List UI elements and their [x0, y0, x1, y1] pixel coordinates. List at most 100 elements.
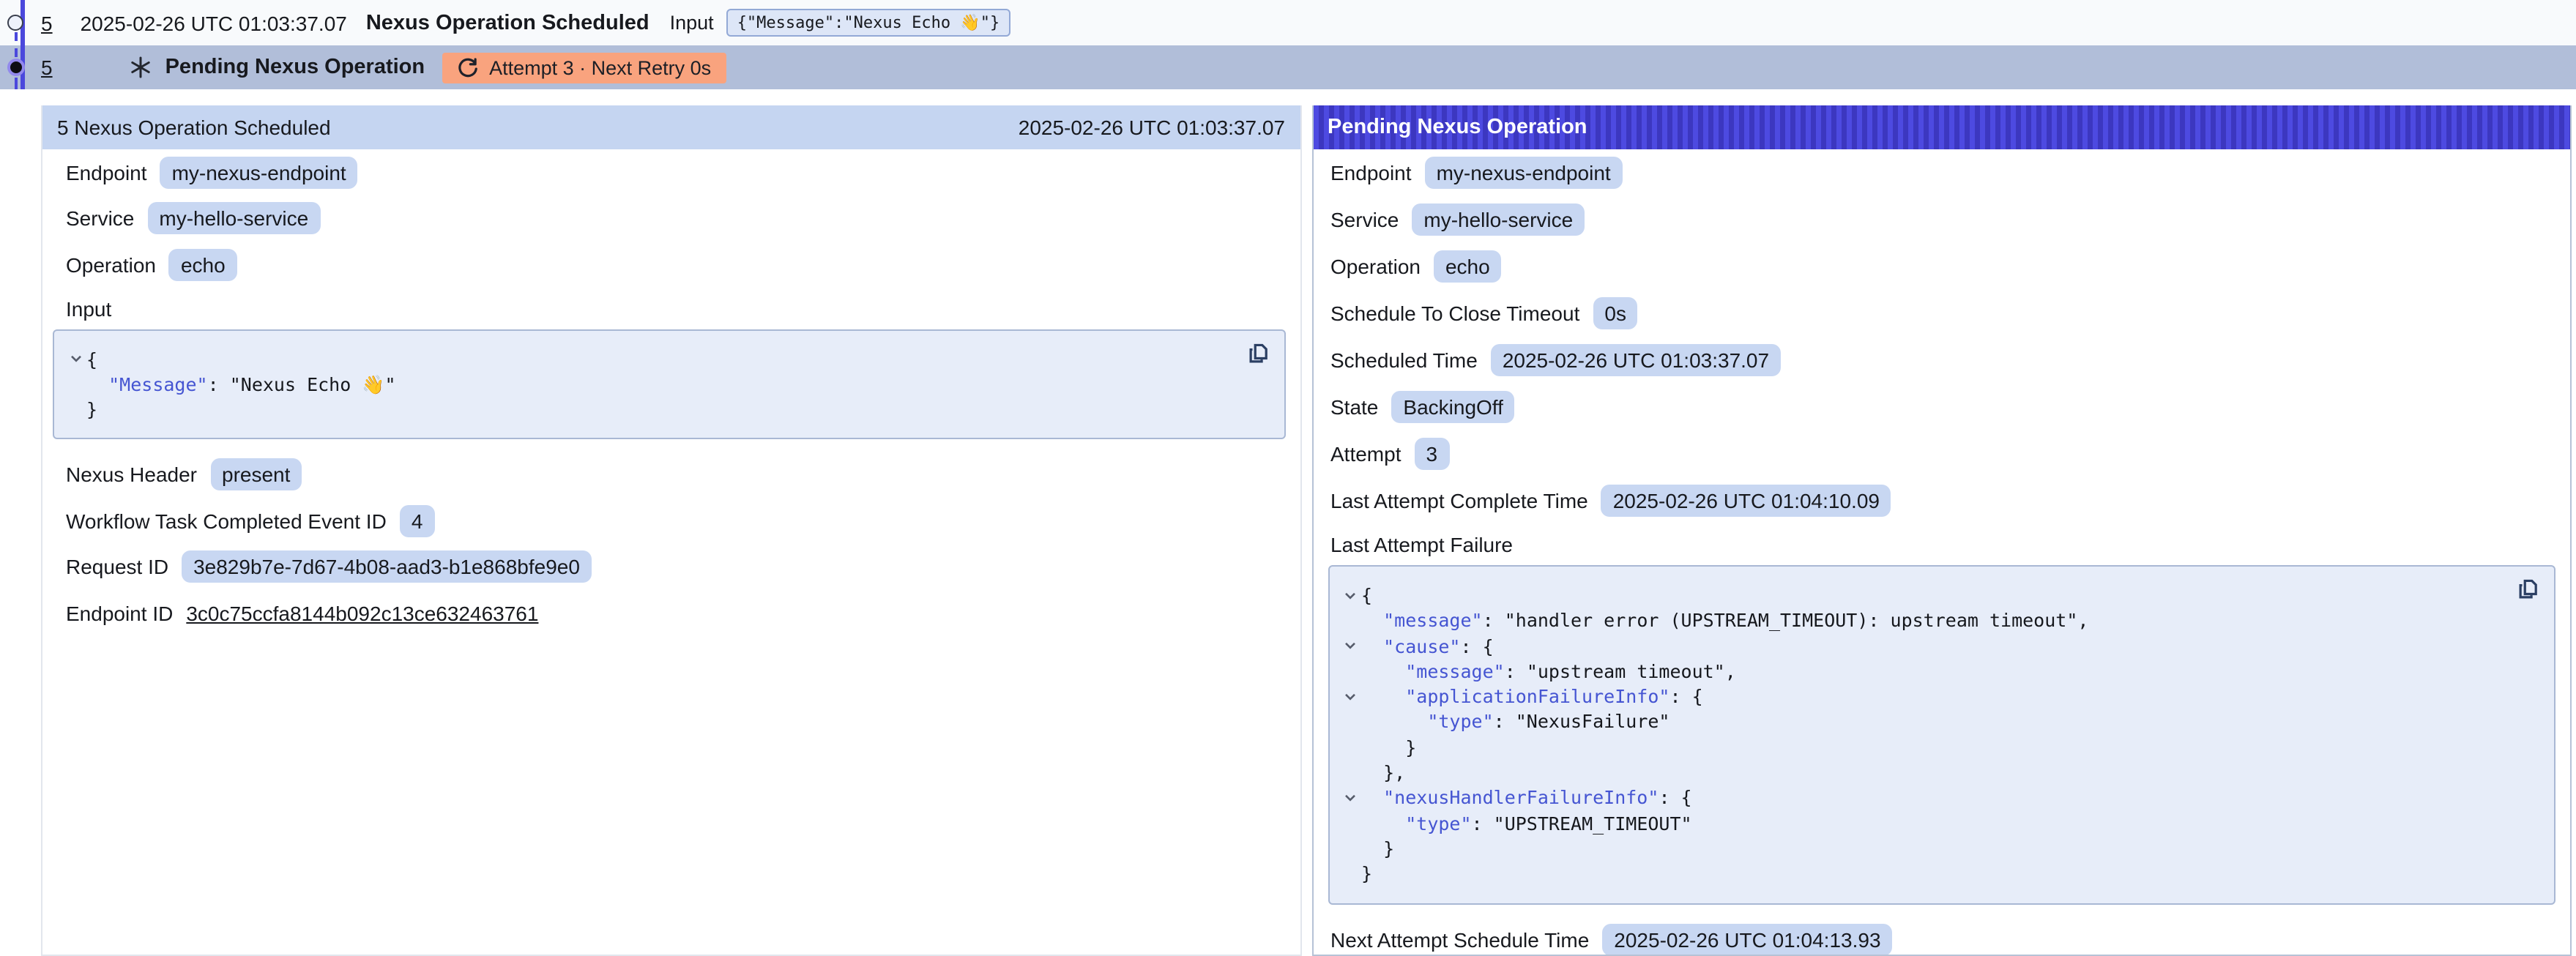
field-value-badge: my-nexus-endpoint	[1425, 157, 1623, 189]
collapse-chevron-icon[interactable]	[1339, 588, 1361, 602]
field-value-badge: echo	[169, 248, 237, 280]
field-label: Workflow Task Completed Event ID	[66, 509, 387, 532]
field-label: Attempt	[1330, 442, 1401, 466]
timeline-dashed-connector	[14, 32, 17, 57]
pending-operation-panel: Pending Nexus Operation Endpoint my-nexu…	[1311, 105, 2572, 956]
field-value-badge: present	[210, 458, 302, 490]
field-label: Operation	[1330, 255, 1421, 278]
code-text: }	[1361, 862, 1372, 887]
code-line: "cause": {	[1339, 633, 2504, 659]
event-timestamp: 2025-02-26 UTC 01:03:37.07	[81, 11, 347, 34]
retry-icon	[457, 56, 479, 78]
retry-badge-text: Attempt 3 · Next Retry 0s	[489, 56, 711, 78]
field-value-badge: my-hello-service	[147, 202, 320, 234]
code-line: {	[64, 346, 1234, 372]
field-workflow-task-completed-event-id: Workflow Task Completed Event ID 4	[42, 498, 1300, 544]
pending-operation-title: Pending Nexus Operation	[165, 56, 425, 79]
field-value-badge: 4	[400, 504, 435, 537]
field-value-badge: 2025-02-26 UTC 01:04:10.09	[1601, 485, 1891, 517]
input-json-block: { "Message": "Nexus Echo 👋"}	[53, 329, 1285, 440]
scheduled-panel-header: 5 Nexus Operation Scheduled 2025-02-26 U…	[42, 105, 1300, 149]
code-text: }	[1361, 735, 1416, 761]
field-label: Operation	[66, 253, 156, 277]
field-state: State BackingOff	[1313, 384, 2570, 430]
last-attempt-failure-label: Last Attempt Failure	[1313, 524, 2570, 561]
code-text: {	[1361, 583, 1372, 608]
copy-button[interactable]	[1246, 340, 1270, 365]
copy-button[interactable]	[2516, 577, 2541, 602]
panel-title: Pending Nexus Operation	[1328, 116, 1587, 139]
event-row-nexus-operation-scheduled[interactable]: 5 2025-02-26 UTC 01:03:37.07 Nexus Opera…	[0, 0, 2576, 45]
pending-asterisk-icon	[129, 56, 152, 79]
code-text: }	[1361, 836, 1394, 862]
code-text: "message": "upstream timeout",	[1361, 659, 1736, 684]
code-line: "type": "UPSTREAM_TIMEOUT"	[1339, 810, 2504, 836]
event-input-label: Input	[670, 12, 714, 34]
panel-timestamp: 2025-02-26 UTC 01:03:37.07	[1019, 116, 1285, 139]
code-text: "cause": {	[1361, 633, 1494, 659]
field-nexus-header: Nexus Header present	[42, 452, 1300, 498]
field-attempt: Attempt 3	[1313, 430, 2570, 477]
field-label: Next Attempt Schedule Time	[1330, 927, 1589, 951]
code-line: "message": "handler error (UPSTREAM_TIME…	[1339, 608, 2504, 634]
code-line: },	[1339, 760, 2504, 785]
code-line: }	[64, 397, 1234, 422]
field-label: Endpoint	[66, 161, 147, 184]
code-line: {	[1339, 583, 2504, 608]
field-label: Scheduled Time	[1330, 348, 1478, 372]
code-text: "applicationFailureInfo": {	[1361, 684, 1703, 709]
endpoint-id-link[interactable]: 3c0c75ccfa8144b092c13ce632463761	[186, 601, 538, 624]
code-text: "nexusHandlerFailureInfo": {	[1361, 785, 1692, 811]
event-type-title: Nexus Operation Scheduled	[366, 11, 649, 34]
event-id-link[interactable]: 5	[41, 56, 53, 79]
event-id-link[interactable]: 5	[41, 11, 53, 34]
field-scheduled-time: Scheduled Time 2025-02-26 UTC 01:03:37.0…	[1313, 337, 2570, 384]
field-label: State	[1330, 395, 1378, 419]
field-operation: Operation echo	[42, 242, 1300, 288]
pending-panel-header: Pending Nexus Operation	[1313, 105, 2570, 149]
collapse-chevron-icon[interactable]	[1339, 690, 1361, 704]
field-label: Service	[1330, 208, 1399, 231]
scheduled-event-panel: 5 Nexus Operation Scheduled 2025-02-26 U…	[41, 105, 1301, 956]
retry-attempt-badge: Attempt 3 · Next Retry 0s	[442, 52, 726, 83]
field-endpoint: Endpoint my-nexus-endpoint	[1313, 149, 2570, 196]
field-value-badge: 0s	[1593, 297, 1638, 329]
workflow-history-view: 5 2025-02-26 UTC 01:03:37.07 Nexus Opera…	[0, 0, 2576, 956]
field-endpoint: Endpoint my-nexus-endpoint	[42, 149, 1300, 195]
code-text: "Message": "Nexus Echo 👋"	[86, 372, 396, 397]
code-text: }	[86, 397, 97, 422]
field-label: Endpoint ID	[66, 601, 173, 624]
code-line: "type": "NexusFailure"	[1339, 709, 2504, 735]
field-label: Service	[66, 207, 134, 231]
field-value-badge: BackingOff	[1391, 391, 1514, 423]
field-request-id: Request ID 3e829b7e-7d67-4b08-aad3-b1e86…	[42, 544, 1300, 590]
panel-title: 5 Nexus Operation Scheduled	[57, 116, 331, 139]
field-value-badge: 3e829b7e-7d67-4b08-aad3-b1e868bfe9e0	[182, 550, 592, 583]
collapse-chevron-icon[interactable]	[64, 351, 86, 366]
code-text: "type": "UPSTREAM_TIMEOUT"	[1361, 810, 1692, 836]
field-label: Schedule To Close Timeout	[1330, 302, 1579, 325]
collapse-chevron-icon[interactable]	[1339, 791, 1361, 805]
field-service: Service my-hello-service	[1313, 196, 2570, 243]
code-line: }	[1339, 735, 2504, 761]
field-label: Last Attempt Complete Time	[1330, 489, 1588, 512]
field-label: Endpoint	[1330, 161, 1412, 184]
collapse-chevron-icon[interactable]	[1339, 638, 1361, 653]
input-section-label: Input	[42, 288, 1300, 324]
code-text: {	[86, 346, 97, 372]
field-label: Request ID	[66, 555, 168, 578]
field-schedule-to-close-timeout: Schedule To Close Timeout 0s	[1313, 290, 2570, 337]
code-line: }	[1339, 836, 2504, 862]
field-value-badge: 3	[1415, 438, 1450, 470]
timeline-accent-bar	[20, 0, 24, 89]
timeline-node-selected-icon	[7, 59, 25, 76]
field-operation: Operation echo	[1313, 243, 2570, 290]
event-row-pending-nexus-operation[interactable]: 5 Pending Nexus Operation Attempt 3 · Ne…	[0, 45, 2576, 89]
code-line: }	[1339, 862, 2504, 887]
field-value-badge: 2025-02-26 UTC 01:03:37.07	[1491, 344, 1781, 376]
field-next-attempt-schedule-time: Next Attempt Schedule Time 2025-02-26 UT…	[1313, 916, 2570, 956]
field-value-badge: 2025-02-26 UTC 01:04:13.93	[1602, 923, 1892, 955]
code-text: "type": "NexusFailure"	[1361, 709, 1669, 735]
field-last-attempt-complete-time: Last Attempt Complete Time 2025-02-26 UT…	[1313, 477, 2570, 524]
code-line: "applicationFailureInfo": {	[1339, 684, 2504, 709]
